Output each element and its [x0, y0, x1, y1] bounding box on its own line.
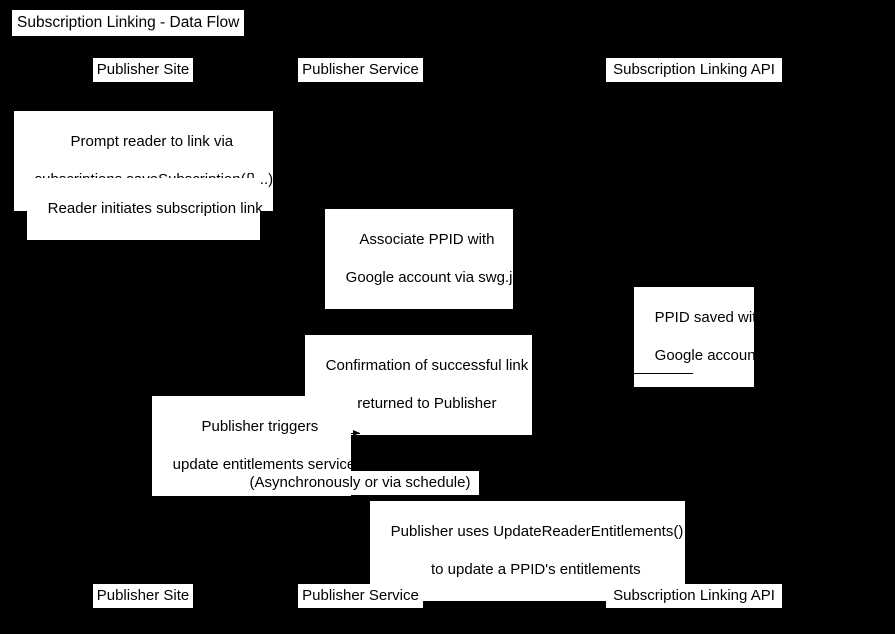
- message-line-1: Associate PPID with: [359, 231, 495, 248]
- participant-footer-publisher-site[interactable]: Publisher Site: [93, 584, 193, 608]
- note-asynchronously-or-via-schedule: (Asynchronously or via schedule): [241, 471, 479, 495]
- message-label-associate-ppid: Associate PPID with Google account via s…: [325, 209, 520, 309]
- diagram-title: Subscription Linking - Data Flow: [12, 10, 245, 36]
- message-line-2: Google account: [654, 347, 760, 364]
- lifeline-publisher-service: [360, 80, 361, 580]
- message-line-2: Google account via swg.js: [345, 269, 520, 286]
- message-line-1: PPID saved with: [654, 309, 765, 326]
- message-line-2: returned to Publisher: [357, 395, 497, 412]
- message-line-2: to update a PPID's entitlements: [431, 561, 641, 578]
- message-line-1: Reader initiates subscription link: [47, 200, 263, 217]
- participant-header-publisher-site[interactable]: Publisher Site: [93, 58, 193, 82]
- participant-header-subscription-linking-api[interactable]: Subscription Linking API: [606, 58, 782, 82]
- message-line-1: Confirmation of successful link: [325, 357, 529, 374]
- message-label-reader-initiates: Reader initiates subscription link: [27, 178, 263, 240]
- message-line-1: Publisher triggers: [201, 418, 319, 435]
- message-line-1: Publisher uses UpdateReaderEntitlements(…: [390, 523, 684, 540]
- participant-header-publisher-service[interactable]: Publisher Service: [298, 58, 423, 82]
- participant-footer-subscription-linking-api[interactable]: Subscription Linking API: [606, 584, 782, 608]
- message-label-ppid-saved: PPID saved with Google account: [634, 287, 765, 387]
- sequence-diagram-canvas: Subscription Linking - Data Flow Publish…: [0, 0, 895, 634]
- message-line-1: Prompt reader to link via: [70, 133, 234, 150]
- participant-footer-publisher-service[interactable]: Publisher Service: [298, 584, 423, 608]
